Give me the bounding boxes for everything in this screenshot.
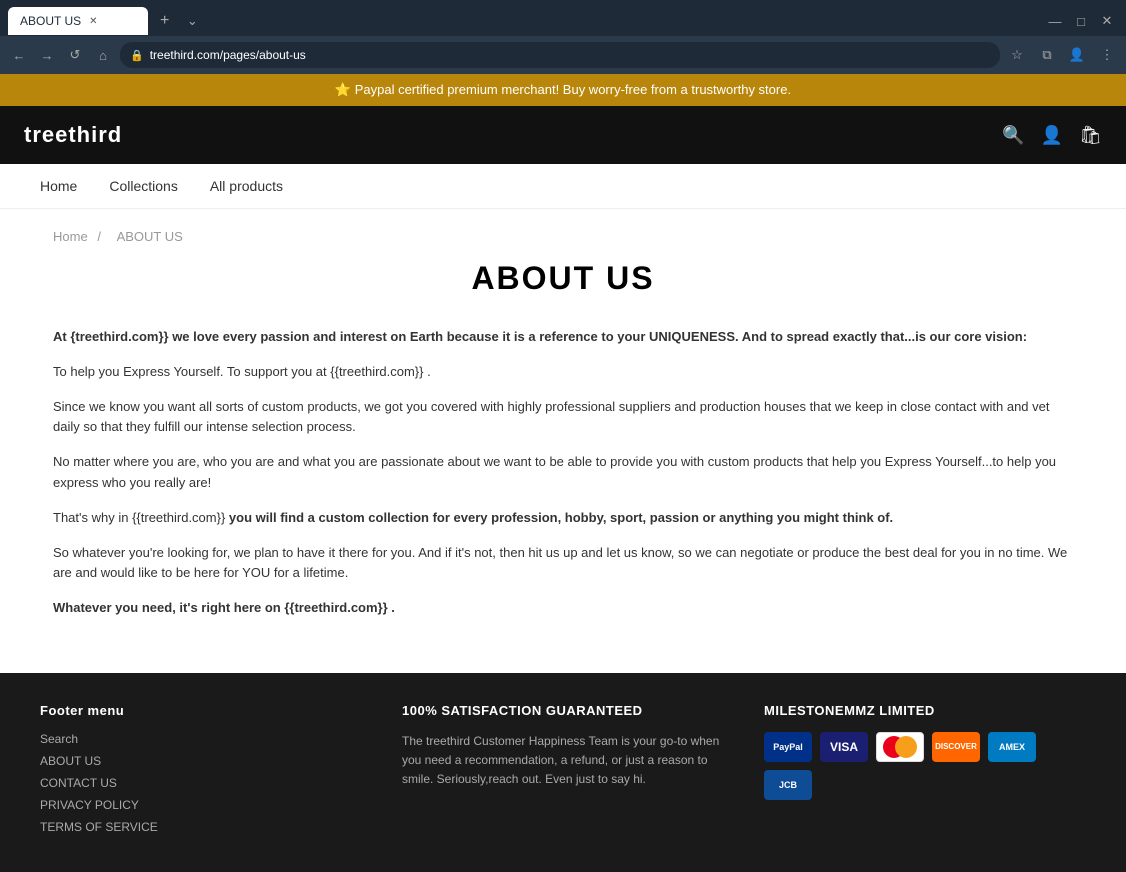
about-para-3: Since we know you want all sorts of cust… (53, 397, 1073, 439)
breadcrumb: Home / ABOUT US (53, 229, 1073, 244)
footer-link-contact[interactable]: CONTACT US (40, 776, 362, 790)
breadcrumb-separator: / (97, 229, 101, 244)
breadcrumb-home[interactable]: Home (53, 229, 88, 244)
extensions-button[interactable]: ⧉ (1036, 44, 1058, 66)
footer-col-satisfaction: 100% SATISFACTION GUARANTEED The treethi… (402, 703, 724, 842)
cart-icon[interactable]: 🛍 (1079, 125, 1102, 146)
footer-link-search[interactable]: Search (40, 732, 362, 746)
maximize-button[interactable]: □ (1070, 10, 1092, 32)
nav-all-products[interactable]: All products (194, 164, 299, 208)
about-para-5: That's why in {{treethird.com}} you will… (53, 508, 1073, 529)
url-bar[interactable]: 🔒 (120, 42, 1000, 68)
footer-link-privacy[interactable]: PRIVACY POLICY (40, 798, 362, 812)
back-button[interactable]: ← (8, 44, 30, 66)
search-icon[interactable]: 🔍 (1002, 125, 1024, 146)
paypal-icon: PayPal (764, 732, 812, 762)
about-para-1: At {treethird.com}} we love every passio… (53, 327, 1073, 348)
home-button[interactable]: ⌂ (92, 44, 114, 66)
active-tab[interactable]: ABOUT US ✕ (8, 7, 148, 35)
visa-icon: VISA (820, 732, 868, 762)
header-icons: 🔍 👤 🛍 (1002, 125, 1102, 146)
footer-link-terms[interactable]: TERMS OF SERVICE (40, 820, 362, 834)
breadcrumb-current: ABOUT US (117, 229, 183, 244)
nav-home[interactable]: Home (24, 164, 93, 208)
about-para-6: So whatever you're looking for, we plan … (53, 543, 1073, 585)
site-header: treethird 🔍 👤 🛍 (0, 106, 1126, 164)
browser-chrome: ABOUT US ✕ + ⌄ — □ ✕ ← → ↺ ⌂ 🔒 ☆ ⧉ 👤 ⋮ (0, 0, 1126, 74)
footer-company-title: MILESTONEMMZ LIMITED (764, 703, 1086, 718)
new-tab-button[interactable]: + (152, 10, 177, 32)
amex-icon: AMEX (988, 732, 1036, 762)
menu-button[interactable]: ⋮ (1096, 44, 1118, 66)
minimize-button[interactable]: — (1044, 10, 1066, 32)
footer-satisfaction-text: The treethird Customer Happiness Team is… (402, 732, 724, 790)
main-content: Home / ABOUT US ABOUT US At {treethird.c… (13, 209, 1113, 673)
footer-col-menu: Footer menu Search ABOUT US CONTACT US P… (40, 703, 362, 842)
account-icon[interactable]: 👤 (1041, 125, 1063, 146)
forward-button[interactable]: → (36, 44, 58, 66)
about-text: At {treethird.com}} we love every passio… (53, 327, 1073, 619)
about-para-4: No matter where you are, who you are and… (53, 452, 1073, 494)
bookmark-button[interactable]: ☆ (1006, 44, 1028, 66)
tab-bar: ABOUT US ✕ + ⌄ — □ ✕ (0, 0, 1126, 36)
footer: Footer menu Search ABOUT US CONTACT US P… (0, 673, 1126, 872)
payment-icons: PayPal VISA DISCOVER AMEX JCB (764, 732, 1086, 800)
nav-collections[interactable]: Collections (93, 164, 193, 208)
url-input[interactable] (150, 48, 990, 62)
page-title: ABOUT US (53, 260, 1073, 297)
footer-satisfaction-title: 100% SATISFACTION GUARANTEED (402, 703, 724, 718)
mastercard-icon (876, 732, 924, 762)
about-para-2: To help you Express Yourself. To support… (53, 362, 1073, 383)
discover-icon: DISCOVER (932, 732, 980, 762)
footer-menu-title: Footer menu (40, 703, 362, 718)
tab-dropdown-button[interactable]: ⌄ (181, 10, 203, 32)
tab-title: ABOUT US (20, 14, 81, 28)
promo-banner: ⭐ Paypal certified premium merchant! Buy… (0, 74, 1126, 106)
reload-button[interactable]: ↺ (64, 44, 86, 66)
footer-link-about[interactable]: ABOUT US (40, 754, 362, 768)
jcb-icon: JCB (764, 770, 812, 800)
site-logo[interactable]: treethird (24, 122, 1002, 148)
browser-controls: ← → ↺ ⌂ 🔒 ☆ ⧉ 👤 ⋮ (0, 36, 1126, 74)
footer-col-company: MILESTONEMMZ LIMITED PayPal VISA DISCOVE… (764, 703, 1086, 842)
browser-icons: ☆ ⧉ 👤 ⋮ (1006, 44, 1118, 66)
close-window-button[interactable]: ✕ (1096, 10, 1118, 32)
nav-bar: Home Collections All products (0, 164, 1126, 209)
tab-close-button[interactable]: ✕ (89, 16, 97, 27)
profile-button[interactable]: 👤 (1066, 44, 1088, 66)
about-para-7: Whatever you need, it's right here on {{… (53, 598, 1073, 619)
